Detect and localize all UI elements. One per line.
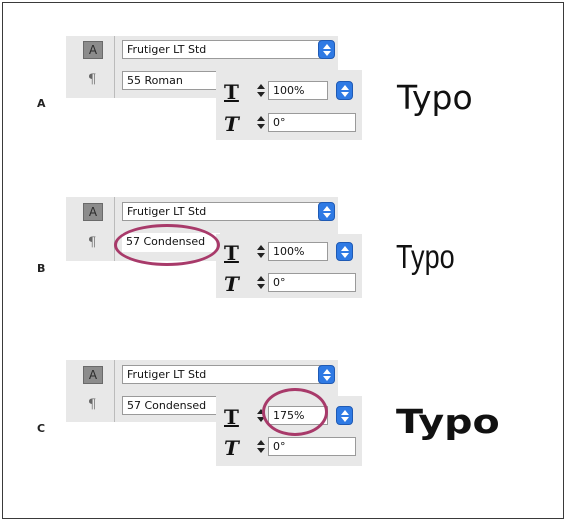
font-family-dropdown[interactable] [318, 202, 335, 221]
skew-field[interactable]: 0° [268, 273, 356, 292]
highlight-circle [114, 224, 220, 266]
skew-stepper[interactable] [256, 274, 266, 293]
paragraph-icon: ¶ [88, 235, 97, 250]
preview-text: Typo [396, 402, 500, 441]
font-family-field[interactable]: Frutiger LT Std [122, 365, 322, 384]
font-family-dropdown[interactable] [318, 365, 335, 384]
character-mode-button[interactable]: A [83, 203, 103, 221]
vertical-scale-icon: T [224, 405, 239, 429]
divider [114, 360, 115, 422]
skew-field[interactable]: 0° [268, 437, 356, 456]
scale-dropdown[interactable] [336, 242, 353, 261]
scale-dropdown[interactable] [336, 406, 353, 425]
example-label: B [37, 262, 46, 275]
skew-stepper[interactable] [256, 438, 266, 457]
scale-stepper[interactable] [256, 243, 266, 262]
vertical-scale-icon: T [224, 241, 239, 265]
paragraph-icon: ¶ [88, 397, 97, 412]
character-mode-button[interactable]: A [83, 366, 103, 384]
preview-text: Typo [396, 238, 455, 275]
font-family-field[interactable]: Frutiger LT Std [122, 202, 322, 221]
skew-icon: T [224, 436, 239, 460]
divider [114, 197, 115, 261]
scale-field[interactable]: 100% [268, 242, 328, 261]
example-c: C A ¶ Frutiger LT Std 57 Condensed T 175… [0, 0, 568, 466]
skew-icon: T [224, 272, 239, 296]
highlight-circle [262, 388, 328, 436]
example-label: C [37, 422, 46, 435]
